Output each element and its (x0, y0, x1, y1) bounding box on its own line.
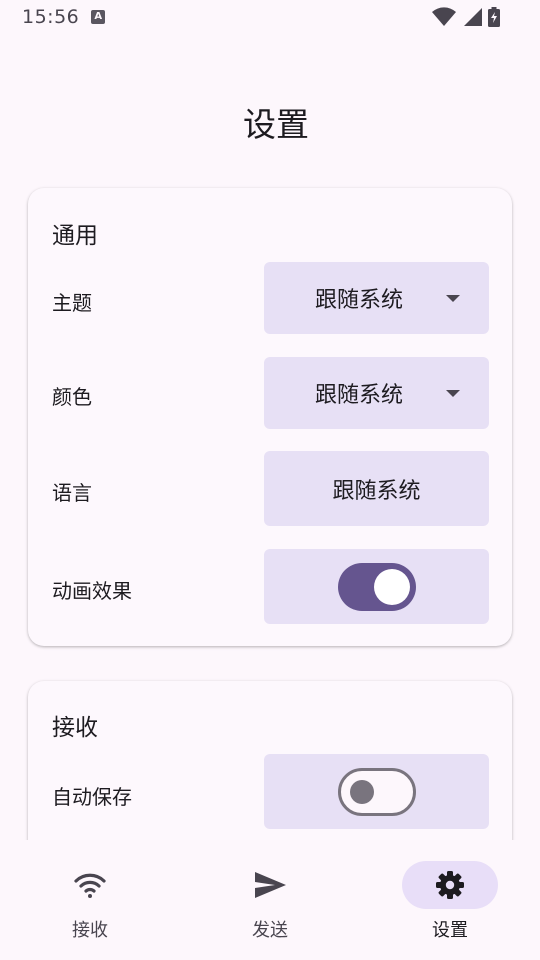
status-time: 15:56 (22, 6, 80, 28)
gear-icon (436, 871, 464, 899)
bottom-navigation: 接收 发送 设置 (0, 840, 540, 960)
settings-scroll-area[interactable]: 通用 主题 跟随系统 颜色 跟随系统 语言 跟随系统 动画效果 接收 自动保存 (0, 150, 540, 840)
chevron-down-icon (446, 295, 460, 302)
color-value: 跟随系统 (314, 383, 403, 408)
chevron-down-icon (446, 390, 460, 397)
page-title: 设置 (243, 105, 309, 144)
general-settings-card: 通用 主题 跟随系统 颜色 跟随系统 语言 跟随系统 动画效果 (28, 188, 512, 646)
nav-item-send[interactable]: 发送 (180, 840, 360, 960)
nav-item-settings[interactable]: 设置 (360, 840, 540, 960)
status-bar: 15:56 A (0, 0, 540, 34)
wifi-icon (74, 873, 106, 898)
animation-control (264, 549, 489, 624)
send-icon (255, 872, 286, 898)
nav-icon-container (402, 861, 498, 909)
battery-charging-icon (488, 7, 500, 27)
receive-settings-card: 接收 自动保存 (28, 681, 512, 840)
nav-label-receive: 接收 (72, 920, 108, 941)
color-label: 颜色 (52, 385, 92, 409)
nav-item-receive[interactable]: 接收 (0, 840, 180, 960)
cellular-signal-icon (464, 8, 482, 26)
theme-label: 主题 (52, 291, 92, 315)
wifi-icon (432, 7, 456, 27)
a-badge-icon: A (91, 10, 106, 24)
animation-toggle[interactable] (337, 562, 416, 611)
nav-label-settings: 设置 (432, 920, 468, 941)
toggle-thumb (373, 568, 410, 605)
language-value: 跟随系统 (332, 478, 421, 504)
color-dropdown[interactable]: 跟随系统 (264, 357, 489, 429)
language-button[interactable]: 跟随系统 (264, 451, 489, 526)
nav-icon-container (222, 861, 318, 909)
auto-save-control (264, 754, 489, 829)
section-title-receive: 接收 (52, 715, 98, 741)
auto-save-label: 自动保存 (52, 785, 132, 809)
section-title-general: 通用 (52, 223, 98, 249)
toggle-thumb (349, 779, 374, 804)
nav-icon-container (42, 861, 138, 909)
language-label: 语言 (52, 481, 92, 505)
theme-dropdown[interactable]: 跟随系统 (264, 262, 489, 334)
status-icons (432, 7, 500, 27)
animation-label: 动画效果 (52, 579, 132, 603)
theme-value: 跟随系统 (314, 288, 403, 313)
auto-save-toggle[interactable] (337, 767, 416, 816)
nav-label-send: 发送 (252, 920, 288, 941)
